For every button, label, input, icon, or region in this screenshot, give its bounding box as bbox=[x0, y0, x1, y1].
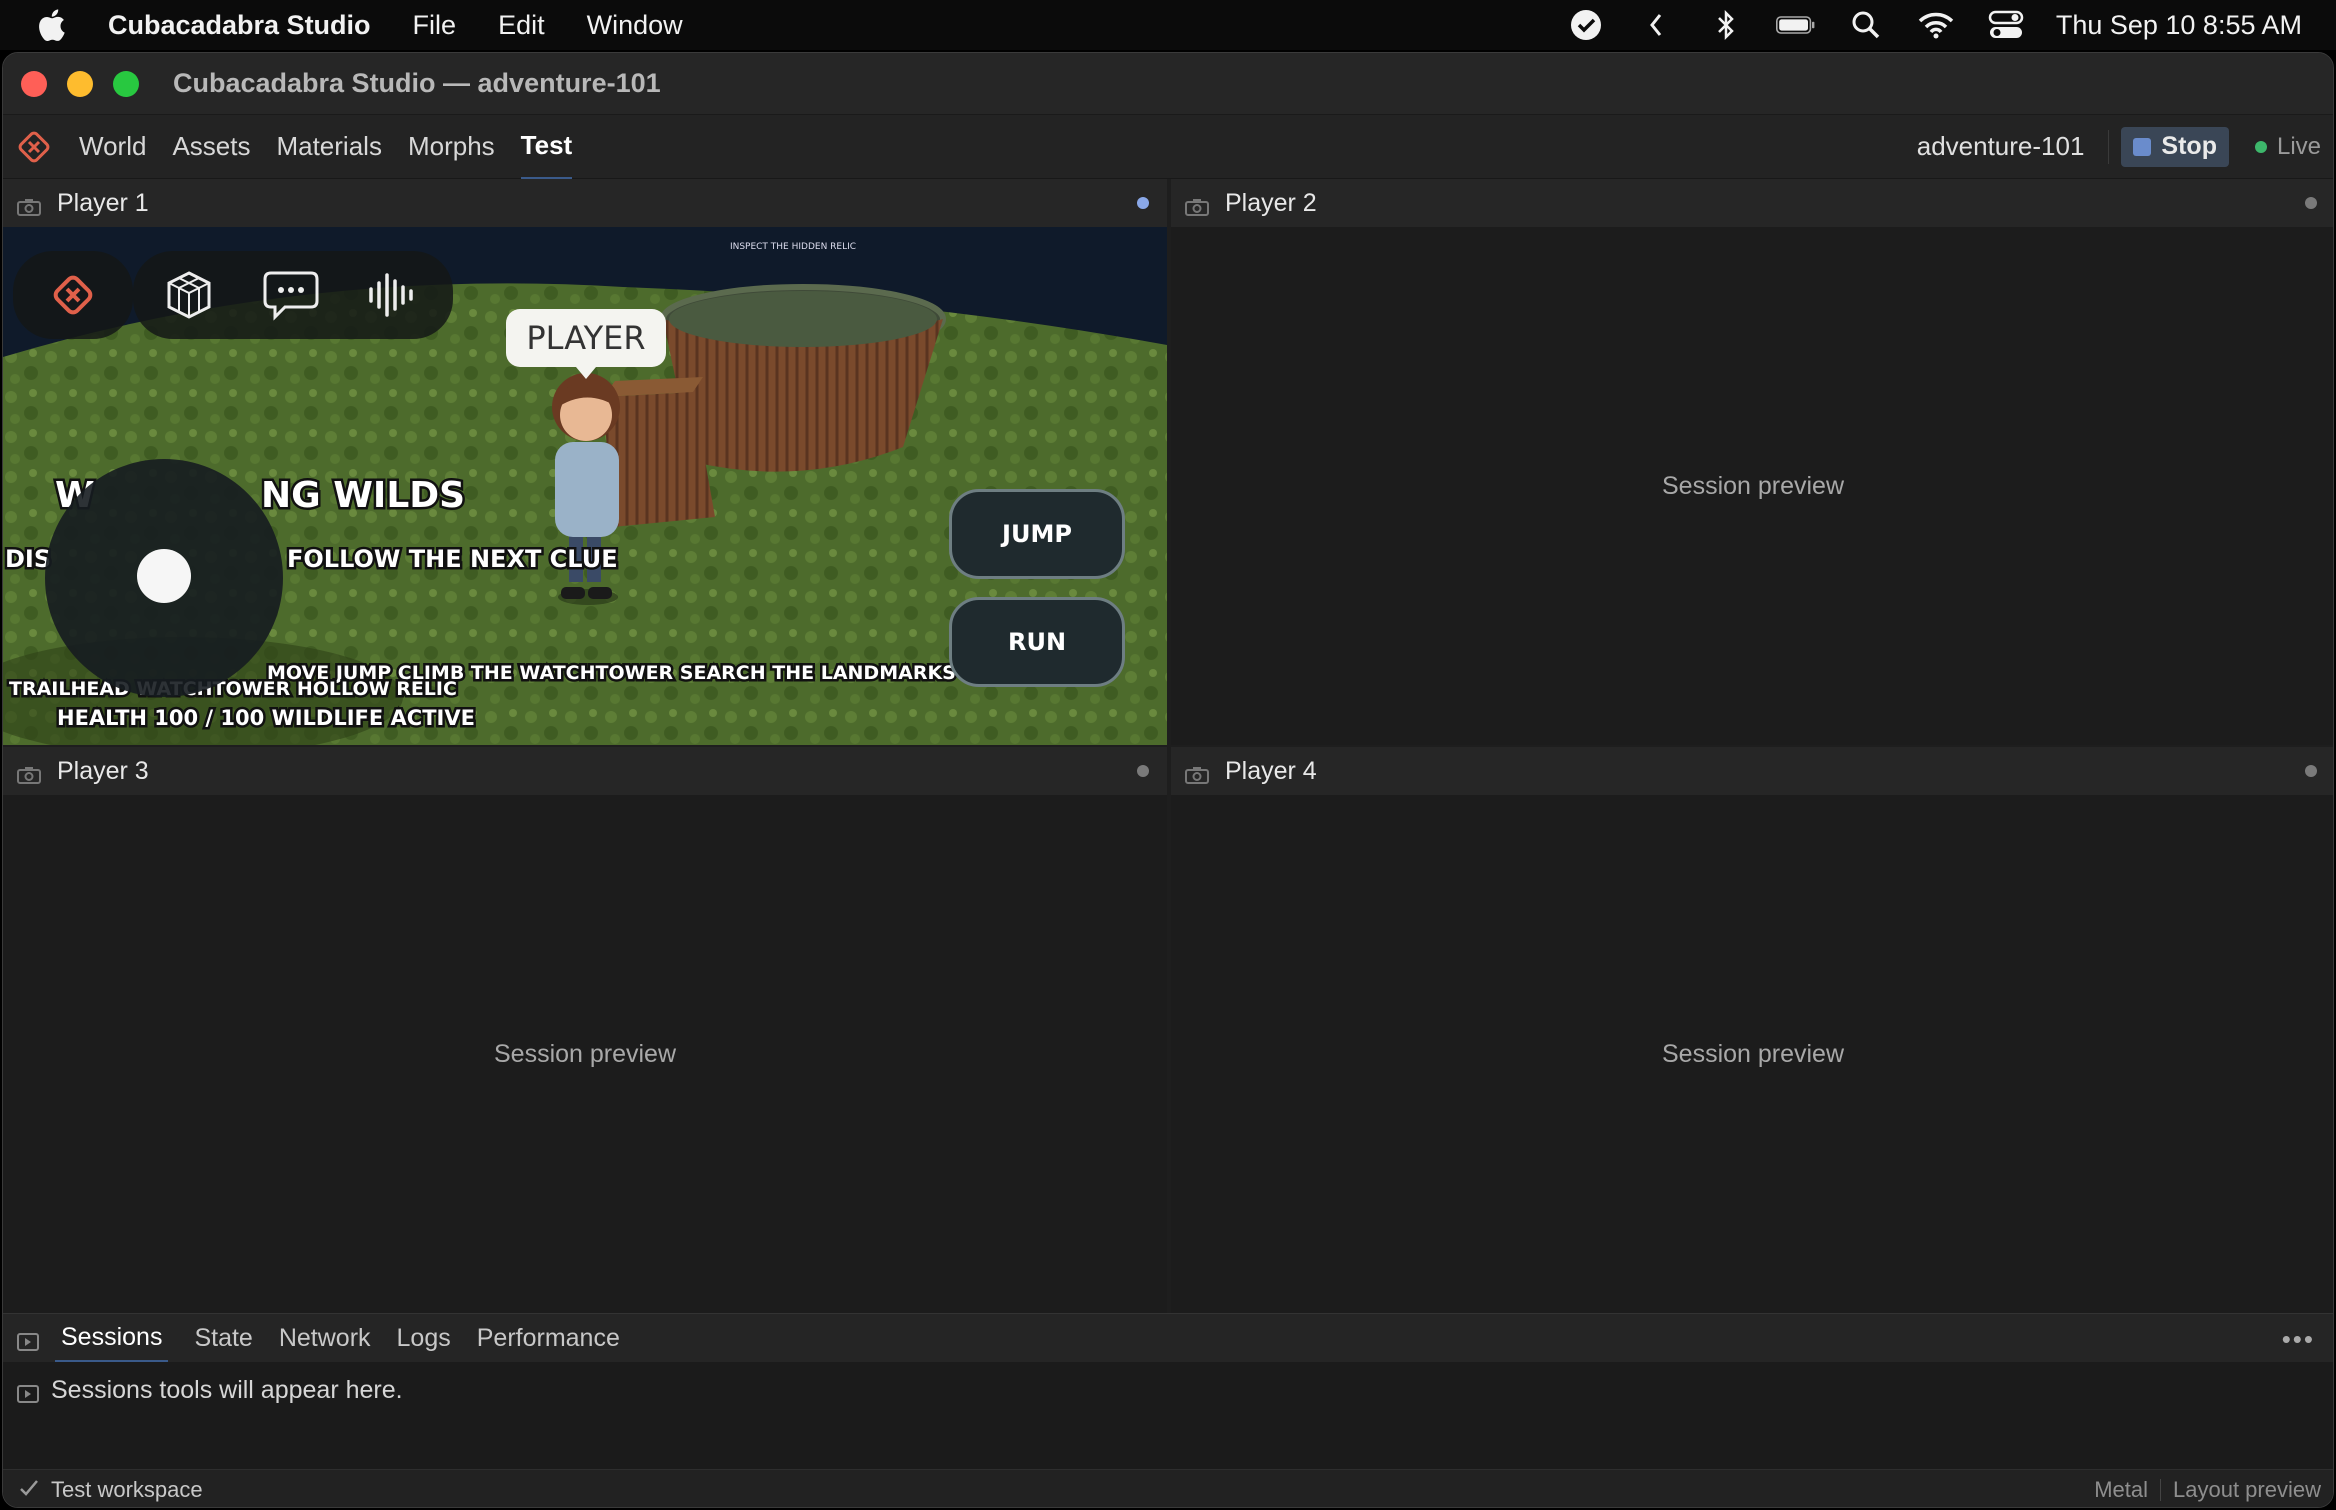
camera-icon bbox=[17, 762, 41, 784]
session-preview: Session preview bbox=[1661, 471, 1845, 500]
main-toolbar: World Assets Materials Morphs Test adven… bbox=[3, 115, 2333, 179]
spotlight-search-icon[interactable] bbox=[1846, 8, 1886, 42]
tab-logs[interactable]: Logs bbox=[397, 1314, 451, 1362]
menu-edit[interactable]: Edit bbox=[498, 10, 545, 41]
session-preview: Session preview bbox=[493, 1039, 677, 1068]
movement-joystick[interactable] bbox=[45, 459, 283, 697]
menu-bar: Cubacadabra Studio File Edit Window Thu … bbox=[0, 0, 2336, 50]
live-label: Live bbox=[2276, 132, 2321, 160]
pane-title: Player 1 bbox=[57, 188, 149, 217]
run-button[interactable]: RUN bbox=[949, 597, 1125, 687]
player-panes: Player 1 PLAYER INSPECT THE HIDDEN RELIC… bbox=[3, 179, 2333, 1313]
player-2-pane[interactable]: Player 2 Session preview bbox=[1171, 179, 2333, 745]
status-bar: Test workspace Metal Layout preview bbox=[3, 1469, 2333, 1507]
tab-network[interactable]: Network bbox=[279, 1314, 371, 1362]
jump-button[interactable]: JUMP bbox=[949, 489, 1125, 579]
checkmark-circle-icon[interactable] bbox=[1566, 8, 1606, 42]
title-bar: Cubacadabra Studio — adventure-101 bbox=[3, 53, 2333, 115]
minimize-window-button[interactable] bbox=[67, 70, 93, 97]
menubar-clock[interactable]: Thu Sep 10 8:55 AM bbox=[2056, 10, 2302, 41]
app-logo-icon[interactable] bbox=[17, 130, 51, 164]
camera-icon bbox=[1185, 762, 1209, 784]
bottom-panel: Sessions State Network Logs Performance … bbox=[3, 1313, 2333, 1507]
pane-header: Player 3 bbox=[3, 747, 1167, 795]
wifi-icon[interactable] bbox=[1916, 8, 1956, 42]
pane-title: Player 2 bbox=[1225, 188, 1317, 217]
tab-performance[interactable]: Performance bbox=[477, 1314, 620, 1362]
chevron-left-icon[interactable] bbox=[1636, 8, 1676, 42]
run-label: RUN bbox=[1007, 628, 1067, 656]
menu-window[interactable]: Window bbox=[587, 10, 683, 41]
tab-test[interactable]: Test bbox=[520, 115, 573, 179]
player-3-pane[interactable]: Player 3 Session preview bbox=[3, 747, 1167, 1313]
panel-icon bbox=[17, 1329, 39, 1351]
hud-objective: FOLLOW THE NEXT CLUE bbox=[287, 545, 618, 573]
app-window: Cubacadabra Studio — adventure-101 World… bbox=[2, 52, 2334, 1508]
bluetooth-icon[interactable] bbox=[1706, 8, 1746, 42]
jump-label: JUMP bbox=[1002, 520, 1072, 548]
sign-text: INSPECT THE HIDDEN RELIC bbox=[730, 242, 856, 252]
pane-status-dot bbox=[1137, 765, 1149, 777]
renderer-label: Metal bbox=[2094, 1476, 2149, 1502]
hud-status: HEALTH 100 / 100 WILDLIFE ACTIVE bbox=[57, 706, 475, 730]
cube-grid-icon bbox=[167, 271, 211, 319]
game-hud-toolbar bbox=[13, 251, 453, 339]
audio-waveform-icon bbox=[369, 273, 413, 317]
sessions-message: Sessions tools will appear here. bbox=[3, 1362, 2333, 1418]
checkmark-icon bbox=[19, 1477, 39, 1503]
sessions-message-text: Sessions tools will appear here. bbox=[51, 1375, 403, 1404]
panel-icon bbox=[17, 1381, 39, 1403]
joystick-knob[interactable] bbox=[137, 549, 191, 603]
hud-title: NG WILDS bbox=[261, 475, 465, 516]
project-name[interactable]: adventure-101 bbox=[1917, 131, 2085, 162]
layout-preview-label[interactable]: Layout preview bbox=[2173, 1477, 2321, 1503]
tab-morphs[interactable]: Morphs bbox=[408, 115, 495, 179]
pane-status-dot bbox=[1137, 197, 1149, 209]
stop-label: Stop bbox=[2161, 132, 2217, 160]
hud-landmarks: TRAILHEAD WATCHTOWER HOLLOW RELIC bbox=[9, 678, 457, 700]
hud-left-fragment: DIS bbox=[5, 545, 51, 573]
apple-logo-icon[interactable] bbox=[36, 7, 72, 43]
tab-world[interactable]: World bbox=[79, 115, 146, 179]
tab-state[interactable]: State bbox=[194, 1314, 252, 1362]
camera-icon bbox=[17, 194, 41, 216]
stop-button[interactable]: Stop bbox=[2121, 126, 2229, 167]
tab-sessions[interactable]: Sessions bbox=[55, 1314, 169, 1362]
tab-materials[interactable]: Materials bbox=[276, 115, 381, 179]
tab-assets[interactable]: Assets bbox=[172, 115, 250, 179]
player-name-tag: PLAYER bbox=[526, 319, 645, 357]
app-name-menu[interactable]: Cubacadabra Studio bbox=[108, 10, 371, 41]
zoom-window-button[interactable] bbox=[113, 70, 139, 97]
live-dot-icon bbox=[2254, 140, 2267, 153]
camera-icon bbox=[1185, 194, 1209, 216]
menu-file[interactable]: File bbox=[413, 10, 457, 41]
voice-button[interactable] bbox=[365, 269, 417, 321]
control-center-icon[interactable] bbox=[1986, 8, 2026, 42]
pane-status-dot bbox=[2305, 765, 2317, 777]
player-1-pane[interactable]: Player 1 PLAYER INSPECT THE HIDDEN RELIC… bbox=[3, 179, 1167, 745]
game-viewport[interactable]: PLAYER INSPECT THE HIDDEN RELIC W NG WIL… bbox=[3, 227, 1167, 745]
blocks-button[interactable] bbox=[163, 269, 215, 321]
window-title: Cubacadabra Studio — adventure-101 bbox=[173, 68, 661, 98]
pane-title: Player 4 bbox=[1225, 756, 1317, 785]
session-preview: Session preview bbox=[1661, 1039, 1845, 1068]
close-window-button[interactable] bbox=[21, 70, 47, 97]
chat-button[interactable] bbox=[263, 269, 319, 321]
pane-title: Player 3 bbox=[57, 756, 149, 785]
live-indicator: Live bbox=[2254, 132, 2321, 161]
game-exit-button[interactable] bbox=[13, 251, 133, 339]
pane-header: Player 2 bbox=[1171, 179, 2333, 227]
chat-bubble-icon bbox=[263, 271, 319, 321]
workspace-label: Test workspace bbox=[51, 1476, 203, 1502]
exit-x-icon bbox=[53, 275, 93, 315]
pane-header: Player 1 bbox=[3, 179, 1167, 227]
player-4-pane[interactable]: Player 4 Session preview bbox=[1171, 747, 2333, 1313]
pane-header: Player 4 bbox=[1171, 747, 2333, 795]
bottom-tabs: Sessions State Network Logs Performance … bbox=[3, 1314, 2333, 1362]
pane-status-dot bbox=[2305, 197, 2317, 209]
battery-icon[interactable] bbox=[1775, 8, 1816, 42]
more-options-icon[interactable]: ••• bbox=[2282, 1324, 2315, 1355]
stop-square-icon bbox=[2133, 137, 2152, 156]
